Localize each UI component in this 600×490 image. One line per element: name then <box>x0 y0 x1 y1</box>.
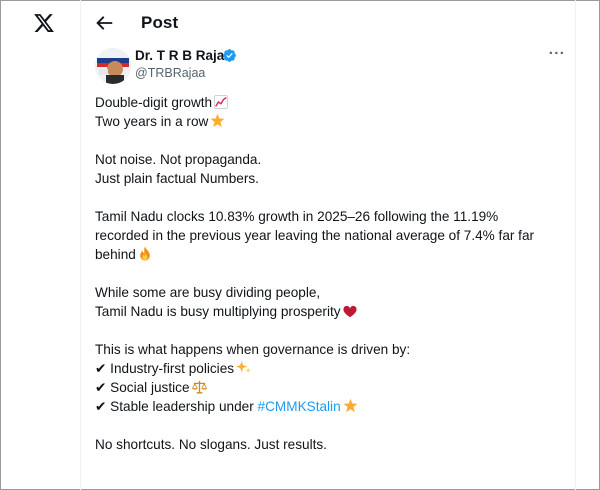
post-header: Post <box>81 0 575 46</box>
arrow-left-icon[interactable] <box>93 12 115 34</box>
author-name[interactable]: Dr. T R B Rajaa <box>135 48 232 63</box>
check-mark: ✔ <box>95 399 107 414</box>
more-options-button[interactable]: ··· <box>546 45 568 65</box>
text-line: No shortcuts. No slogans. Just results. <box>95 437 327 452</box>
text-span: Tamil Nadu is busy multiplying prosperit… <box>95 304 341 319</box>
text-line: Tamil Nadu clocks 10.83% growth in 2025–… <box>95 209 499 224</box>
text-line: Tamil Nadu is busy multiplying prosperit… <box>95 302 565 321</box>
text-line: behind <box>95 245 565 264</box>
post-text: Double-digit growth Two years in a row N… <box>95 93 565 454</box>
text-line: Double-digit growth <box>95 93 565 112</box>
x-logo-icon[interactable] <box>33 12 55 34</box>
left-nav-rail <box>0 0 80 490</box>
avatar-image <box>95 48 131 84</box>
chart-increasing-emoji <box>214 95 229 109</box>
glowing-star-emoji <box>210 113 225 128</box>
author-handle[interactable]: @TRBRajaa <box>135 66 205 80</box>
check-mark: ✔ <box>95 361 107 376</box>
hashtag-link[interactable]: #CMMKStalin <box>258 399 341 414</box>
text-line: recorded in the previous year leaving th… <box>95 228 535 243</box>
text-line: Two years in a row <box>95 112 565 131</box>
text-line: This is what happens when governance is … <box>95 342 411 357</box>
fire-emoji <box>140 246 150 261</box>
text-line: ✔ Industry-first policies <box>95 359 565 378</box>
text-line: Just plain factual Numbers. <box>95 171 259 186</box>
text-span: behind <box>95 247 136 262</box>
text-line: While some are busy dividing people, <box>95 285 321 300</box>
text-line: Not noise. Not propaganda. <box>95 152 262 167</box>
sparkles-emoji <box>236 360 251 373</box>
verified-badge-icon <box>223 49 236 62</box>
check-mark: ✔ <box>95 380 107 395</box>
red-heart-emoji <box>342 305 357 318</box>
text-span: Stable leadership under <box>110 399 258 414</box>
balance-scale-emoji <box>191 380 207 394</box>
post-column: Post Dr. T R B Rajaa @TRBRajaa ··· Doubl… <box>80 0 576 490</box>
text-span: Double-digit growth <box>95 95 213 110</box>
text-line: ✔ Stable leadership under #CMMKStalin <box>95 397 565 416</box>
avatar[interactable] <box>95 48 131 84</box>
text-span: Industry-first policies <box>110 361 235 376</box>
text-span: Two years in a row <box>95 114 209 129</box>
text-span: Social justice <box>110 380 190 395</box>
text-line: ✔ Social justice <box>95 378 565 397</box>
page-title: Post <box>141 13 179 32</box>
glowing-star-emoji <box>343 398 358 413</box>
